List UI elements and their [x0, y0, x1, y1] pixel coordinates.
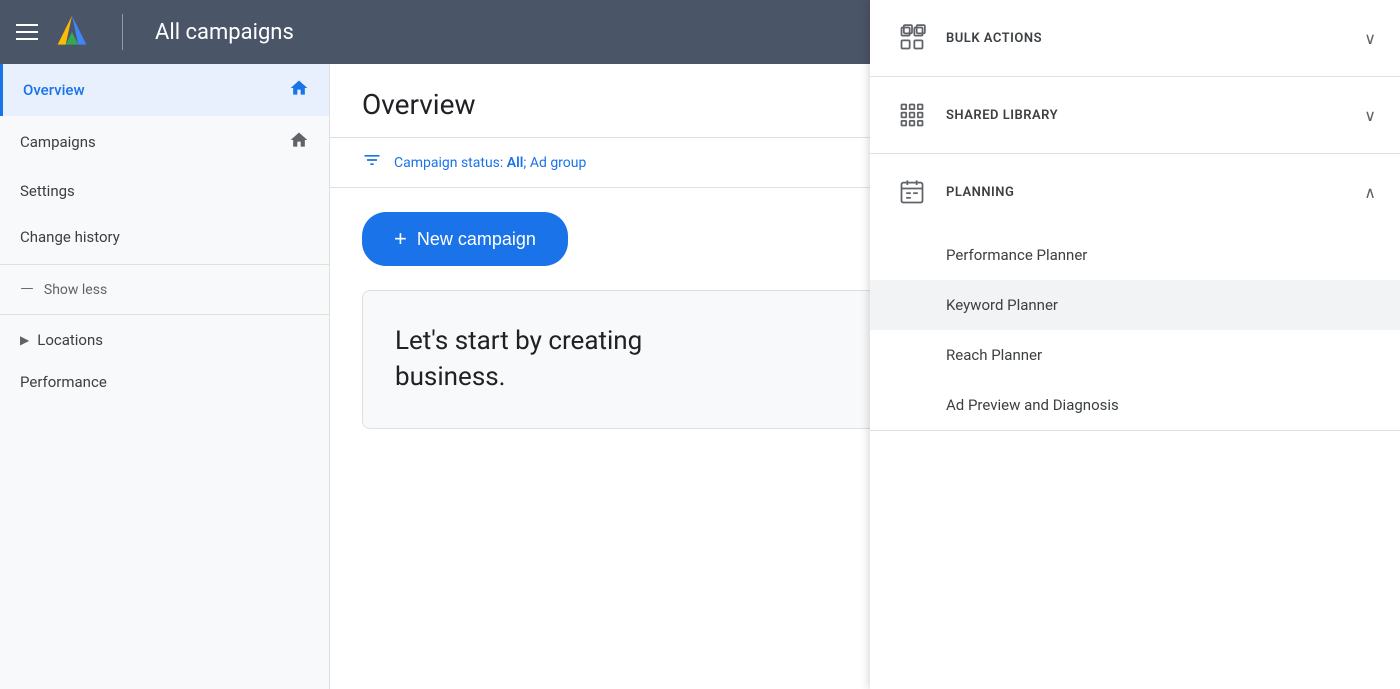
filter-text[interactable]: Campaign status: All; Ad group: [394, 155, 586, 171]
planning-header[interactable]: PLANNING ∧: [870, 154, 1400, 230]
sidebar-item-campaigns-label: Campaigns: [20, 133, 96, 151]
sidebar-item-settings-label: Settings: [20, 182, 75, 200]
header-divider: [122, 14, 123, 50]
shared-library-title: SHARED LIBRARY: [946, 108, 1364, 123]
sidebar-item-overview[interactable]: Overview: [0, 64, 329, 116]
reach-planner-item[interactable]: Reach Planner: [870, 330, 1400, 380]
sidebar-item-performance[interactable]: Performance: [0, 361, 329, 403]
page-title: All campaigns: [155, 20, 294, 45]
main-layout: Overview Campaigns Settings Change histo…: [0, 64, 1400, 689]
shared-library-icon: [894, 97, 930, 133]
bulk-actions-chevron: ∨: [1364, 29, 1376, 48]
sidebar-item-settings[interactable]: Settings: [0, 168, 329, 214]
sidebar-item-locations-label: Locations: [37, 331, 103, 349]
bulk-actions-icon: [894, 20, 930, 56]
show-less-label: Show less: [44, 282, 107, 298]
bulk-actions-section: BULK ACTIONS ∨: [870, 0, 1400, 77]
planning-title: PLANNING: [946, 185, 1364, 200]
sidebar-item-performance-label: Performance: [20, 373, 107, 391]
hamburger-button[interactable]: [16, 24, 38, 40]
filter-icon: [362, 150, 382, 175]
shared-library-section: SHARED LIBRARY ∨: [870, 77, 1400, 154]
campaigns-home-icon: [289, 130, 309, 154]
sidebar-item-locations[interactable]: ▶ Locations: [0, 319, 329, 361]
performance-planner-item[interactable]: Performance Planner: [870, 230, 1400, 280]
planning-section: PLANNING ∧ Performance Planner Keyword P…: [870, 154, 1400, 431]
sidebar-item-overview-label: Overview: [23, 81, 85, 99]
shared-library-header[interactable]: SHARED LIBRARY ∨: [870, 77, 1400, 153]
logo: [54, 14, 90, 50]
planning-items: Performance Planner Keyword Planner Reac…: [870, 230, 1400, 430]
show-less-button[interactable]: — Show less: [0, 269, 329, 310]
sidebar: Overview Campaigns Settings Change histo…: [0, 64, 330, 689]
home-icon: [289, 78, 309, 102]
planning-icon: [894, 174, 930, 210]
minus-icon: —: [20, 279, 34, 300]
expand-arrow-icon: ▶: [20, 333, 29, 347]
sidebar-divider-2: [0, 314, 329, 315]
bulk-actions-header[interactable]: BULK ACTIONS ∨: [870, 0, 1400, 76]
planning-chevron: ∧: [1364, 183, 1376, 202]
dropdown-panel: BULK ACTIONS ∨: [870, 0, 1400, 689]
new-campaign-button[interactable]: + New campaign: [362, 212, 568, 266]
sidebar-item-change-history[interactable]: Change history: [0, 214, 329, 260]
bulk-actions-title: BULK ACTIONS: [946, 31, 1364, 46]
shared-library-chevron: ∨: [1364, 106, 1376, 125]
sidebar-item-campaigns[interactable]: Campaigns: [0, 116, 329, 168]
keyword-planner-item[interactable]: Keyword Planner: [870, 280, 1400, 330]
new-campaign-label: New campaign: [417, 229, 536, 250]
sidebar-divider: [0, 264, 329, 265]
sidebar-item-change-history-label: Change history: [20, 228, 120, 246]
ad-preview-item[interactable]: Ad Preview and Diagnosis: [870, 380, 1400, 430]
plus-icon: +: [394, 226, 407, 252]
google-ads-logo-icon: [54, 14, 90, 50]
